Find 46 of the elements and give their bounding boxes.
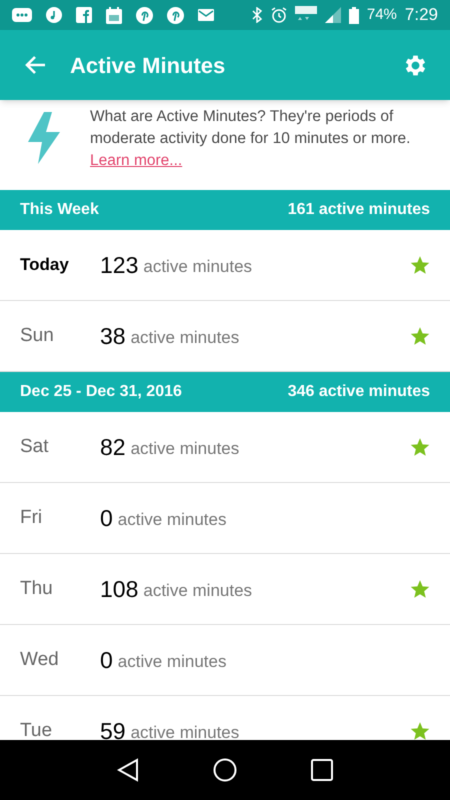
day-label: Tue — [20, 718, 54, 740]
day-label: Today — [20, 254, 70, 276]
minutes-value: 82 — [100, 432, 126, 462]
battery-level: 74% — [366, 4, 397, 25]
recents-square-icon[interactable] — [311, 759, 333, 781]
day-label: Thu — [20, 576, 54, 601]
section-title: This Week — [20, 200, 99, 220]
minutes-value: 0 — [100, 504, 113, 533]
unit-label: active minutes — [130, 327, 240, 350]
screen-title: Active Minutes — [70, 52, 226, 80]
home-circle-icon[interactable] — [213, 758, 237, 782]
chat-bubble-icon — [12, 8, 32, 22]
unit-label: active minutes — [118, 509, 226, 532]
info-text: What are Active Minutes? They're periods of moderate activity done for 10 minutes or more. Learn more... — [90, 107, 412, 171]
back-arrow-icon — [24, 55, 46, 75]
unit-label: active minutes — [130, 438, 240, 460]
day-label: Sun — [20, 324, 55, 348]
alarm-clock-icon — [270, 7, 287, 23]
back-triangle-icon[interactable] — [117, 758, 139, 782]
section-total: 346 active minutes — [288, 382, 430, 402]
music-note-icon — [46, 7, 62, 23]
day-label: Sat — [20, 434, 50, 459]
clock-time: 7:29 — [404, 4, 438, 26]
unit-label: active minutes — [143, 580, 252, 602]
battery-icon — [348, 6, 359, 24]
unit-label: active minutes — [143, 256, 252, 278]
pin-logo-icon — [136, 6, 153, 24]
day-label: Fri — [20, 506, 44, 530]
square-logo-icon — [76, 7, 92, 23]
minutes-value: 123 — [100, 250, 138, 280]
minutes-value: 38 — [100, 322, 126, 351]
unit-label: active minutes — [118, 651, 226, 674]
signal-icon — [324, 7, 341, 23]
lightning-bolt-icon — [26, 112, 62, 164]
learn-more-link[interactable]: Learn more... — [90, 152, 182, 169]
minutes-value: 59 — [100, 716, 126, 740]
pin-logo-icon — [167, 6, 184, 24]
minutes-value: 108 — [100, 574, 138, 604]
calendar-icon — [106, 6, 122, 24]
section-total: 161 active minutes — [288, 200, 430, 220]
day-label: Wed — [20, 648, 60, 672]
bluetooth-icon — [250, 7, 263, 23]
unit-label: active minutes — [130, 722, 240, 740]
envelope-icon — [198, 9, 214, 21]
section-title: Dec 25 - Dec 31, 2016 — [20, 382, 182, 402]
minutes-value: 0 — [100, 646, 113, 675]
